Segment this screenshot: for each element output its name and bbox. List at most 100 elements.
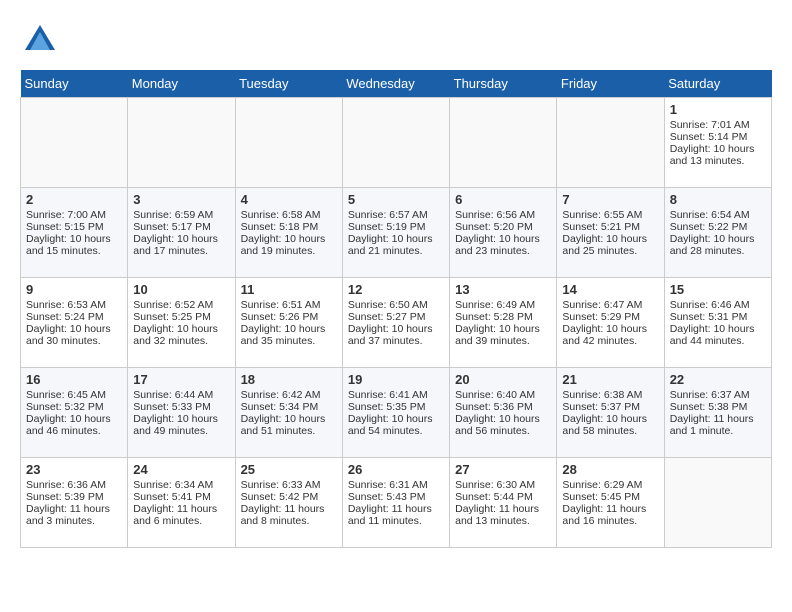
day-info: Sunset: 5:35 PM — [348, 401, 444, 413]
day-info: Sunrise: 6:30 AM — [455, 479, 551, 491]
day-info: Sunrise: 6:45 AM — [26, 389, 122, 401]
day-number: 22 — [670, 372, 766, 387]
day-number: 15 — [670, 282, 766, 297]
day-info: and 30 minutes. — [26, 335, 122, 347]
day-info: Daylight: 10 hours — [348, 413, 444, 425]
day-info: Sunset: 5:32 PM — [26, 401, 122, 413]
day-info: and 46 minutes. — [26, 425, 122, 437]
day-info: Sunset: 5:25 PM — [133, 311, 229, 323]
day-info: and 6 minutes. — [133, 515, 229, 527]
day-info: Sunrise: 6:49 AM — [455, 299, 551, 311]
day-info: Daylight: 10 hours — [670, 323, 766, 335]
day-info: Sunrise: 6:42 AM — [241, 389, 337, 401]
day-info: Daylight: 10 hours — [26, 413, 122, 425]
day-info: Sunrise: 6:57 AM — [348, 209, 444, 221]
calendar-cell: 20Sunrise: 6:40 AMSunset: 5:36 PMDayligh… — [450, 368, 557, 458]
day-info: Sunset: 5:21 PM — [562, 221, 658, 233]
day-info: Sunset: 5:42 PM — [241, 491, 337, 503]
day-number: 10 — [133, 282, 229, 297]
calendar-cell: 18 Sunrise: 6:42 AMSunset: 5:34 PMDayligh… — [235, 368, 342, 458]
day-info: Daylight: 11 hours — [562, 503, 658, 515]
day-info: Daylight: 11 hours — [241, 503, 337, 515]
calendar-cell: 6 Sunrise: 6:56 AMSunset: 5:20 PMDaylight… — [450, 188, 557, 278]
day-info: Daylight: 10 hours — [562, 323, 658, 335]
day-number: 19 — [348, 372, 444, 387]
calendar-cell: 23Sunrise: 6:36 AMSunset: 5:39 PMDayligh… — [21, 458, 128, 548]
day-info: and 39 minutes. — [455, 335, 551, 347]
calendar-cell: 1Sunrise: 7:01 AMSunset: 5:14 PMDaylight… — [664, 98, 771, 188]
day-info: and 28 minutes. — [670, 245, 766, 257]
day-info: Daylight: 10 hours — [455, 323, 551, 335]
day-info: and 44 minutes. — [670, 335, 766, 347]
calendar-cell: 12Sunrise: 6:50 AMSunset: 5:27 PMDayligh… — [342, 278, 449, 368]
day-number: 11 — [241, 282, 337, 297]
calendar-cell: 17Sunrise: 6:44 AMSunset: 5:33 PMDayligh… — [128, 368, 235, 458]
day-info: Sunrise: 6:54 AM — [670, 209, 766, 221]
day-info: Sunset: 5:45 PM — [562, 491, 658, 503]
day-info: and 35 minutes. — [241, 335, 337, 347]
page-header — [20, 20, 772, 60]
day-info: Daylight: 10 hours — [133, 413, 229, 425]
day-info: Sunrise: 7:01 AM — [670, 119, 766, 131]
day-info: and 25 minutes. — [562, 245, 658, 257]
calendar-cell: 13Sunrise: 6:49 AMSunset: 5:28 PMDayligh… — [450, 278, 557, 368]
calendar-cell: 5Sunrise: 6:57 AMSunset: 5:19 PMDaylight… — [342, 188, 449, 278]
day-info: Sunset: 5:43 PM — [348, 491, 444, 503]
logo — [20, 20, 64, 60]
calendar-cell: 22Sunrise: 6:37 AMSunset: 5:38 PMDayligh… — [664, 368, 771, 458]
day-info: Daylight: 10 hours — [241, 323, 337, 335]
calendar-cell: 15 Sunrise: 6:46 AMSunset: 5:31 PMDayligh… — [664, 278, 771, 368]
day-info: and 32 minutes. — [133, 335, 229, 347]
weekday-friday: Friday — [557, 70, 664, 98]
day-number: 1 — [670, 102, 766, 117]
day-info: Daylight: 11 hours — [133, 503, 229, 515]
day-info: and 51 minutes. — [241, 425, 337, 437]
day-info: Sunset: 5:20 PM — [455, 221, 551, 233]
day-number: 8 — [670, 192, 766, 207]
day-info: Sunset: 5:36 PM — [455, 401, 551, 413]
day-info: Sunset: 5:37 PM — [562, 401, 658, 413]
day-info: Daylight: 10 hours — [241, 413, 337, 425]
day-number: 6 — [455, 192, 551, 207]
calendar-cell: 8Sunrise: 6:54 AMSunset: 5:22 PMDaylight… — [664, 188, 771, 278]
calendar-cell — [664, 458, 771, 548]
calendar-cell — [342, 98, 449, 188]
day-info: and 23 minutes. — [455, 245, 551, 257]
day-number: 13 — [455, 282, 551, 297]
calendar-cell: 26Sunrise: 6:31 AMSunset: 5:43 PMDayligh… — [342, 458, 449, 548]
day-number: 26 — [348, 462, 444, 477]
day-info: Sunrise: 6:50 AM — [348, 299, 444, 311]
week-row-1: 1Sunrise: 7:01 AMSunset: 5:14 PMDaylight… — [21, 98, 772, 188]
day-info: Sunset: 5:34 PM — [241, 401, 337, 413]
day-info: Sunset: 5:29 PM — [562, 311, 658, 323]
day-number: 18 — [241, 372, 337, 387]
day-info: Sunrise: 6:52 AM — [133, 299, 229, 311]
day-info: Sunset: 5:27 PM — [348, 311, 444, 323]
day-number: 16 — [26, 372, 122, 387]
day-number: 3 — [133, 192, 229, 207]
day-number: 12 — [348, 282, 444, 297]
calendar-cell: 14Sunrise: 6:47 AMSunset: 5:29 PMDayligh… — [557, 278, 664, 368]
day-info: Sunrise: 6:46 AM — [670, 299, 766, 311]
day-info: Daylight: 10 hours — [670, 143, 766, 155]
day-info: Sunset: 5:31 PM — [670, 311, 766, 323]
day-info: Daylight: 10 hours — [455, 413, 551, 425]
day-info: Sunrise: 6:44 AM — [133, 389, 229, 401]
day-info: and 1 minute. — [670, 425, 766, 437]
day-info: Sunrise: 6:56 AM — [455, 209, 551, 221]
day-info: Sunrise: 6:34 AM — [133, 479, 229, 491]
day-info: Daylight: 10 hours — [562, 233, 658, 245]
day-info: Daylight: 10 hours — [455, 233, 551, 245]
day-info: Sunrise: 6:33 AM — [241, 479, 337, 491]
calendar-cell — [128, 98, 235, 188]
day-number: 21 — [562, 372, 658, 387]
day-number: 5 — [348, 192, 444, 207]
day-info: Sunrise: 6:40 AM — [455, 389, 551, 401]
calendar-cell: 24Sunrise: 6:34 AMSunset: 5:41 PMDayligh… — [128, 458, 235, 548]
day-info: Daylight: 10 hours — [348, 233, 444, 245]
day-info: Sunrise: 6:29 AM — [562, 479, 658, 491]
day-info: Daylight: 11 hours — [348, 503, 444, 515]
day-info: Sunset: 5:17 PM — [133, 221, 229, 233]
day-info: and 42 minutes. — [562, 335, 658, 347]
day-info: Sunset: 5:18 PM — [241, 221, 337, 233]
